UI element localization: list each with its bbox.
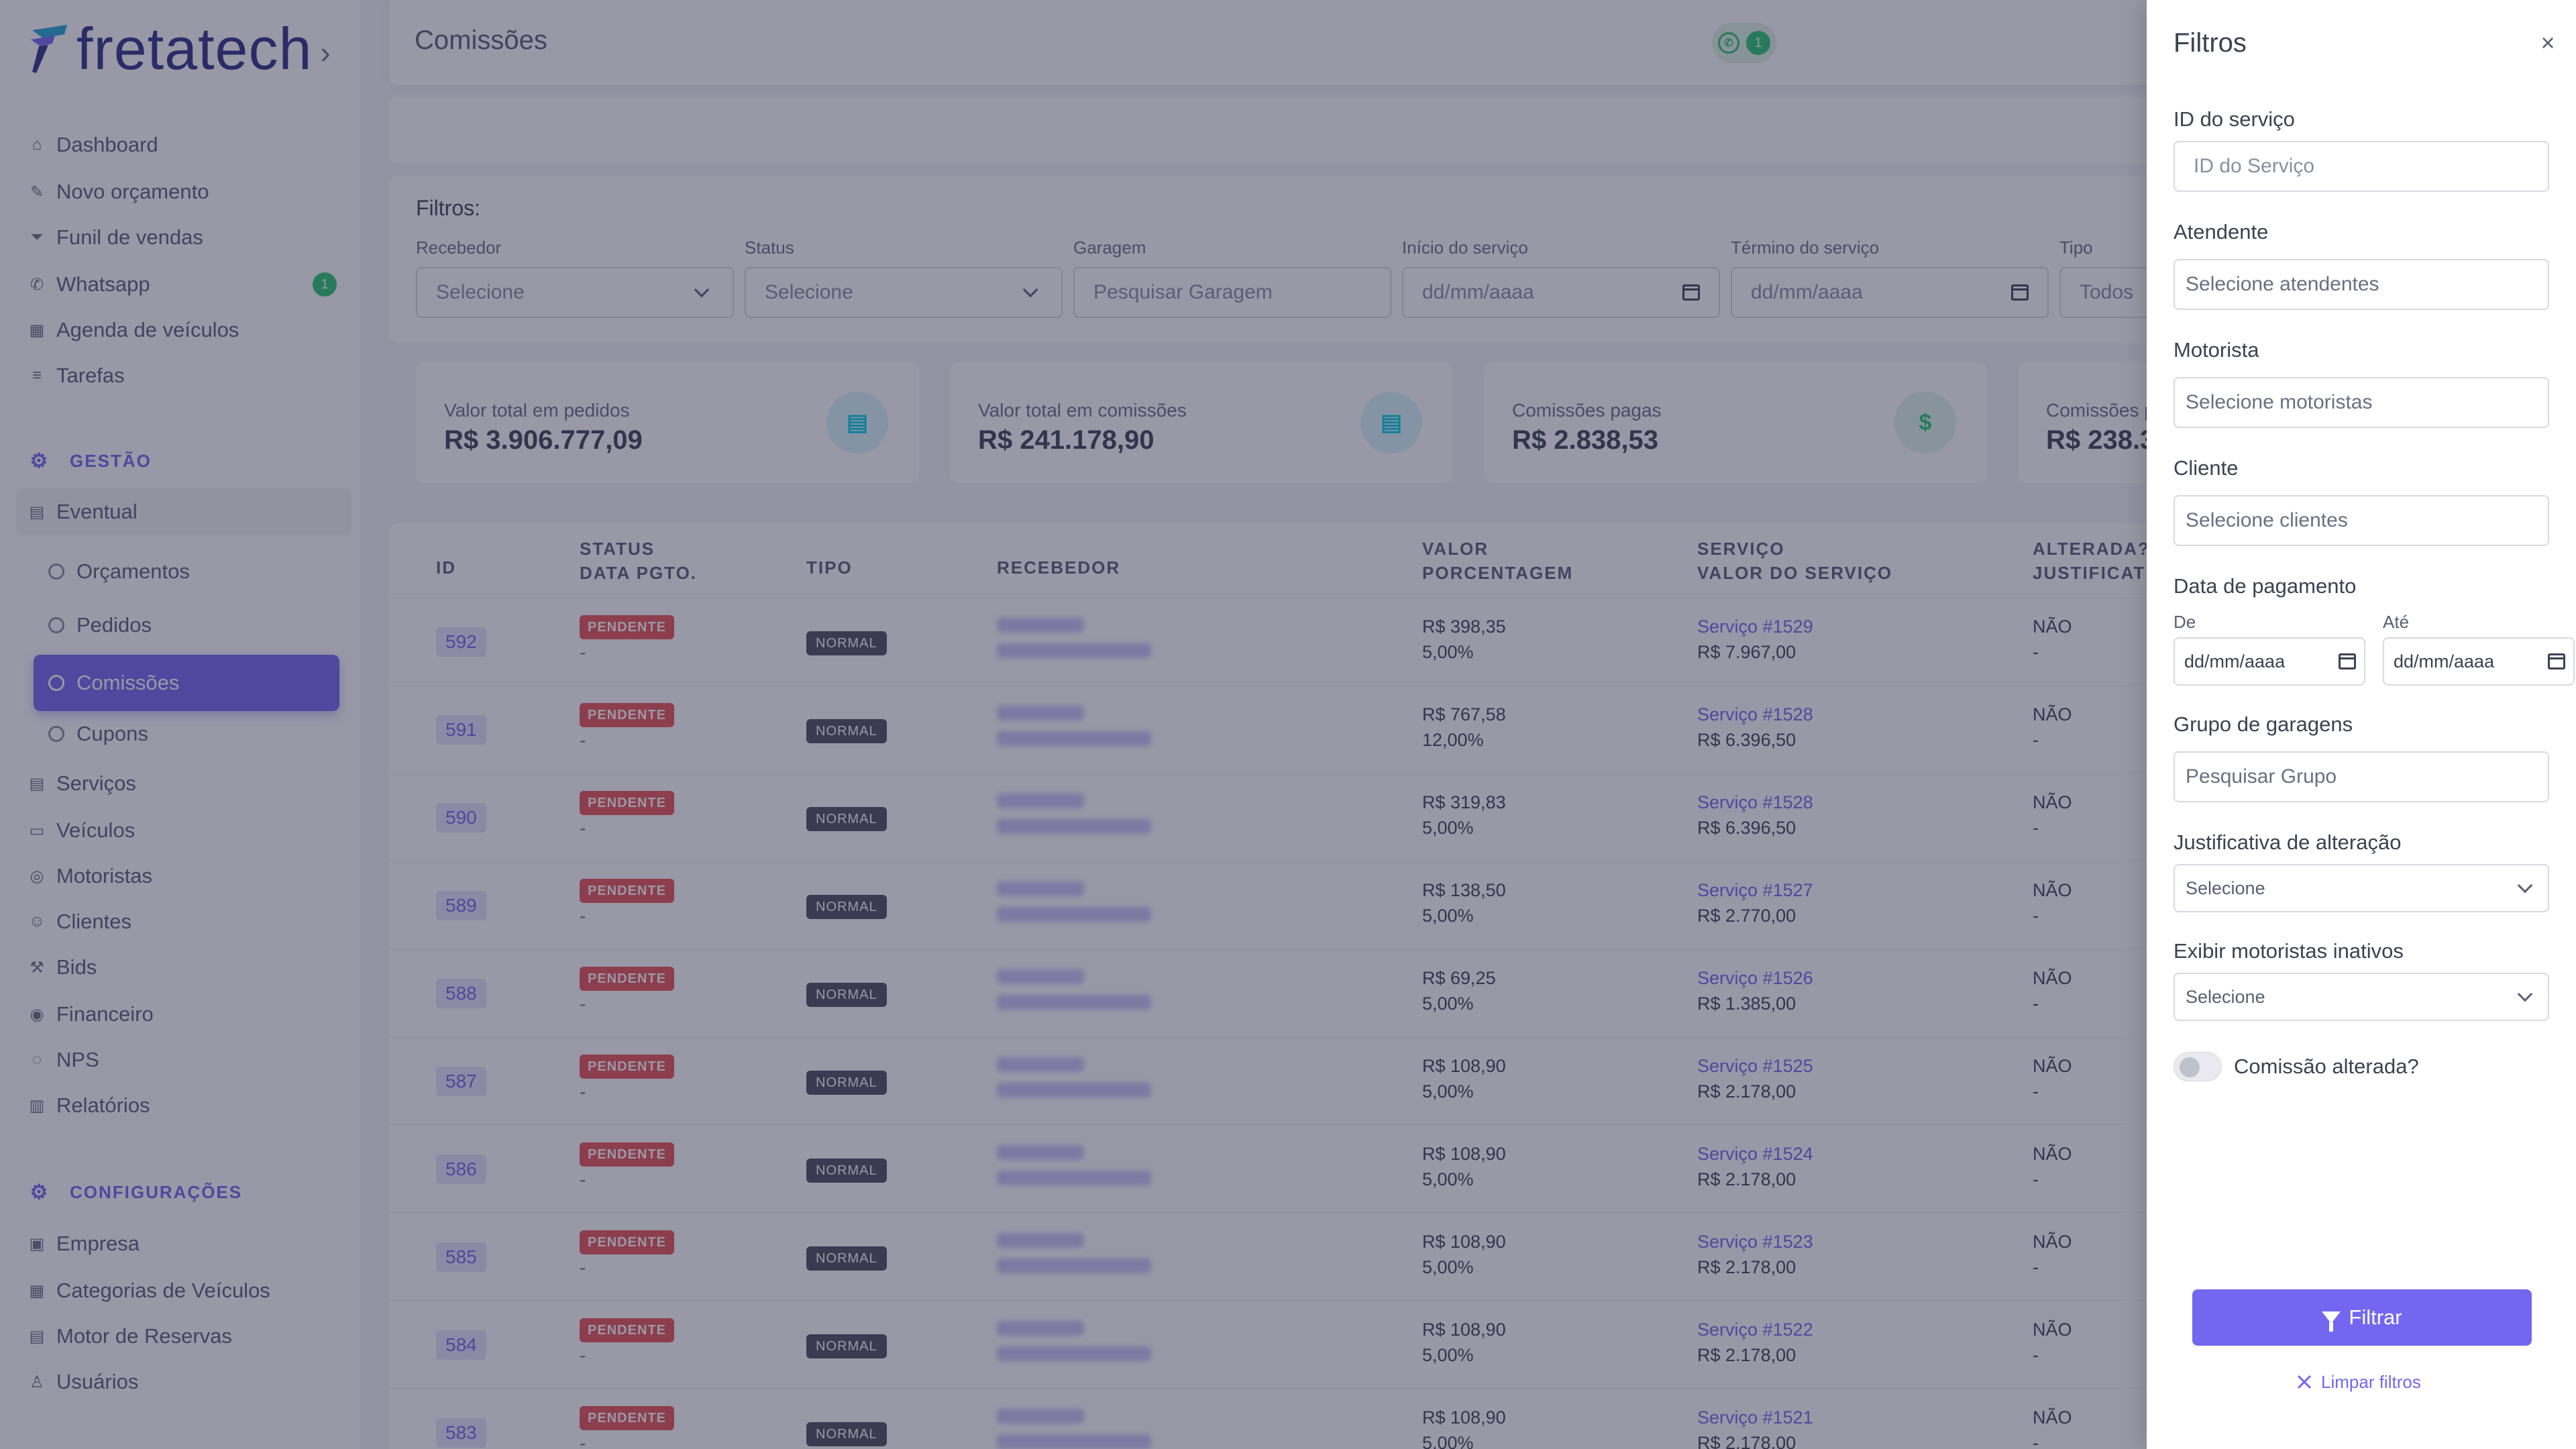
id-servico-label: ID do serviço [2174,107,2295,131]
chevron-down-icon [2517,986,2533,1002]
calendar-icon[interactable] [2548,653,2565,669]
data-ate-input[interactable]: dd/mm/aaaa [2383,637,2575,686]
atendente-label: Atendente [2174,220,2269,244]
clear-filters-link[interactable]: Limpar filtros [2297,1368,2421,1395]
cliente-label: Cliente [2174,456,2239,480]
data-de-label: De [2174,612,2196,632]
filter-button[interactable]: Filtrar [2192,1289,2532,1346]
justificativa-value: Selecione [2186,877,2265,898]
filter-button-label: Filtrar [2349,1305,2402,1329]
cliente-select[interactable]: Selecione clientes [2174,495,2549,546]
inativos-select[interactable]: Selecione [2174,973,2549,1021]
atendente-select[interactable]: Selecione atendentes [2174,259,2549,310]
motorista-label: Motorista [2174,338,2259,362]
data-de-value: dd/mm/aaaa [2184,651,2286,672]
calendar-icon[interactable] [2339,653,2356,669]
filters-drawer: Filtros × ID do serviço ID do Serviço At… [2147,0,2576,1449]
drawer-title: Filtros [2174,28,2247,58]
inativos-value: Selecione [2186,986,2265,1007]
grupo-garagens-input[interactable]: Pesquisar Grupo [2174,751,2549,802]
justificativa-label: Justificativa de alteração [2174,830,2402,854]
comissao-alterada-toggle[interactable] [2174,1052,2222,1081]
justificativa-select[interactable]: Selecione [2174,864,2549,912]
toggle-knob [2180,1057,2200,1077]
funnel-icon [2322,1311,2341,1332]
grupo-garagens-label: Grupo de garagens [2174,712,2353,736]
close-icon [2297,1375,2312,1389]
inativos-label: Exibir motoristas inativos [2174,939,2404,963]
data-de-input[interactable]: dd/mm/aaaa [2174,637,2365,686]
data-ate-value: dd/mm/aaaa [2394,651,2495,672]
chevron-down-icon [2517,877,2533,894]
data-ate-label: Até [2383,612,2410,632]
id-servico-input[interactable]: ID do Serviço [2174,141,2549,192]
clear-filters-label: Limpar filtros [2321,1371,2421,1392]
motorista-select[interactable]: Selecione motoristas [2174,377,2549,428]
comissao-alterada-label: Comissão alterada? [2234,1055,2419,1078]
close-icon[interactable]: × [2534,29,2561,56]
data-pagamento-label: Data de pagamento [2174,574,2357,598]
